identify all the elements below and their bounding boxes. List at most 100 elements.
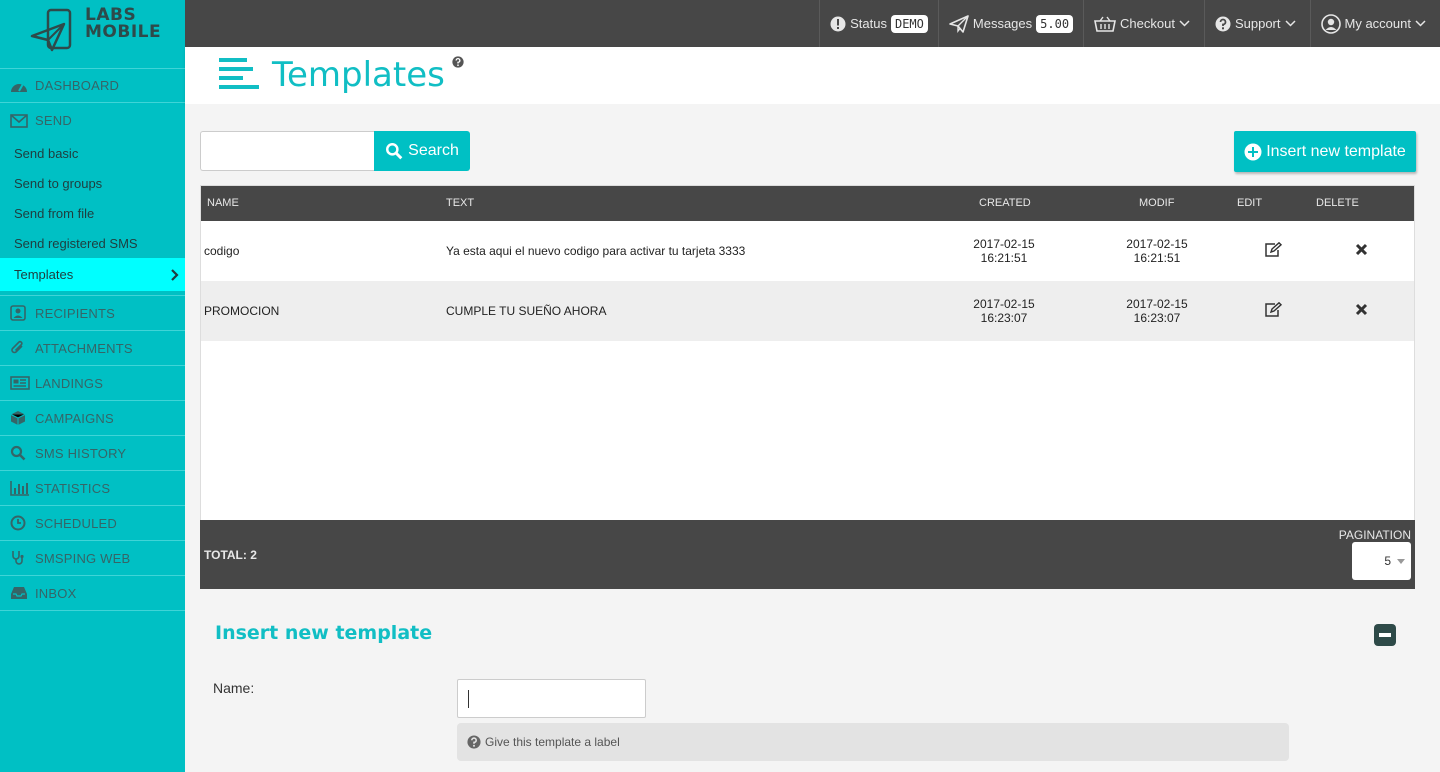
clock-icon [10,515,32,531]
question-circle-icon [1215,16,1231,31]
checkout-label: Checkout [1120,16,1175,31]
sidebar-item-label: Templates [14,267,74,282]
paper-plane-icon [949,14,969,33]
sidebar-item-send[interactable]: SEND [0,103,185,138]
column-header-name[interactable]: NAME [207,197,239,209]
search-icon [386,143,403,160]
sidebar-subitem-send-to-groups[interactable]: Send to groups [0,168,185,198]
sidebar-item-label: ATTACHMENTS [35,340,133,356]
main-content: Search Insert new template NAME TEXT CRE… [185,104,1440,772]
topbar: Status DEMO Messages 5.00 Checkout Suppo… [185,0,1440,47]
cell-name: PROMOCION [204,304,280,318]
envelope-icon [10,113,32,128]
logo-text: LABS MOBILE [85,5,162,42]
table-row[interactable]: codigo Ya esta aqui el nuevo codigo para… [201,221,1414,281]
account-label: My account [1344,16,1411,31]
column-header-edit: EDIT [1237,197,1263,209]
sidebar-item-statistics[interactable]: STATISTICS [0,471,185,506]
cube-icon [10,410,32,426]
cell-text: Ya esta aqui el nuevo codigo para activa… [446,244,746,258]
sidebar-item-smsping-web[interactable]: SMSPING WEB [0,541,185,576]
table-row[interactable]: PROMOCION CUMPLE TU SUEÑO AHORA 2017-02-… [201,281,1414,341]
table-header: NAME TEXT CREATED MODIF EDIT DELETE [201,186,1414,221]
account-menu[interactable]: My account [1309,0,1440,47]
support-label: Support [1234,16,1281,31]
page-title: Templates [272,55,445,95]
chevron-down-icon [1284,20,1296,27]
sidebar-item-label: SMSPING WEB [35,550,131,566]
name-input[interactable] [457,679,646,718]
status-label: Status [850,16,887,31]
sidebar-subitem-templates[interactable]: Templates [0,258,185,291]
form-title: Insert new template [215,622,433,644]
chevron-down-icon [1415,20,1426,27]
checkout-menu[interactable]: Checkout [1083,0,1204,47]
pagination-label: PAGINATION [1338,528,1411,542]
insert-button-label: Insert new template [1266,142,1406,160]
table-footer: TOTAL: 2 PAGINATION 5 [200,520,1415,589]
stethoscope-icon [10,550,32,566]
sidebar-item-label: STATISTICS [35,480,111,496]
basket-icon [1094,16,1117,32]
question-circle-icon [467,735,481,749]
sidebar-item-campaigns[interactable]: CAMPAIGNS [0,401,185,436]
column-header-delete: DELETE [1316,197,1359,209]
sidebar-subitem-send-registered-sms[interactable]: Send registered SMS [0,228,185,258]
sidebar-item-label: RECIPIENTS [35,305,116,321]
sidebar-item-scheduled[interactable]: SCHEDULED [0,506,185,541]
name-help-box: Give this template a label [457,723,1289,761]
cell-created: 2017-02-15 16:23:07 [973,297,1035,325]
plus-circle-icon [1244,143,1262,160]
collapse-button[interactable] [1374,624,1396,646]
sidebar-item-inbox[interactable]: INBOX [0,576,185,611]
newspaper-icon [10,376,32,390]
pagination-select[interactable]: 5 [1352,542,1411,580]
cell-modif: 2017-02-15 16:23:07 [1126,297,1188,325]
sidebar-item-dashboard[interactable]: DASHBOARD [0,68,185,103]
question-circle-icon[interactable] [452,56,464,68]
caret-down-icon [1397,558,1405,564]
bar-chart-icon [10,480,32,496]
send-submenu: Send basic Send to groups Send from file… [0,138,185,296]
column-header-created[interactable]: CREATED [979,197,1031,209]
cell-created: 2017-02-15 16:21:51 [973,237,1035,265]
delete-icon[interactable] [1355,303,1368,316]
search-button[interactable]: Search [374,131,470,171]
status-menu[interactable]: Status DEMO [819,0,938,47]
sidebar-subitem-send-from-file[interactable]: Send from file [0,198,185,228]
sidebar-item-label: SCHEDULED [35,515,117,531]
sidebar-item-label: LANDINGS [35,375,104,391]
search-input[interactable] [200,131,375,171]
sidebar-subitem-send-basic[interactable]: Send basic [0,138,185,168]
help-text: Give this template a label [485,735,620,749]
sidebar-item-attachments[interactable]: ATTACHMENTS [0,331,185,366]
edit-icon[interactable] [1264,302,1282,318]
sidebar-item-sms-history[interactable]: SMS HISTORY [0,436,185,471]
cell-modif: 2017-02-15 16:21:51 [1126,237,1188,265]
column-header-text[interactable]: TEXT [446,197,474,209]
contact-card-icon [10,305,32,321]
dashboard-icon [10,79,32,93]
edit-icon[interactable] [1264,242,1282,258]
sidebar-item-label: INBOX [35,585,77,601]
cell-text: CUMPLE TU SUEÑO AHORA [446,304,607,318]
page-header: Templates [185,47,1440,104]
paperclip-icon [10,340,32,356]
messages-menu[interactable]: Messages 5.00 [937,0,1083,47]
total-count: TOTAL: 2 [204,548,257,562]
insert-new-template-button[interactable]: Insert new template [1234,131,1416,172]
logo[interactable]: LABS MOBILE [0,0,185,68]
sidebar-item-label: CAMPAIGNS [35,410,114,426]
exclamation-circle-icon [830,16,846,31]
delete-icon[interactable] [1355,243,1368,256]
support-menu[interactable]: Support [1203,0,1310,47]
inbox-icon [10,586,32,600]
sidebar-item-label: SMS HISTORY [35,445,127,461]
sidebar-item-label: DASHBOARD [35,78,120,93]
sidebar-item-recipients[interactable]: RECIPIENTS [0,296,185,331]
chevron-right-icon [171,268,179,281]
column-header-modif[interactable]: MODIF [1139,197,1174,209]
sidebar: LABS MOBILE DASHBOARD SEND Send basic Se… [0,0,185,772]
sidebar-item-landings[interactable]: LANDINGS [0,366,185,401]
name-field-label: Name: [213,680,255,696]
